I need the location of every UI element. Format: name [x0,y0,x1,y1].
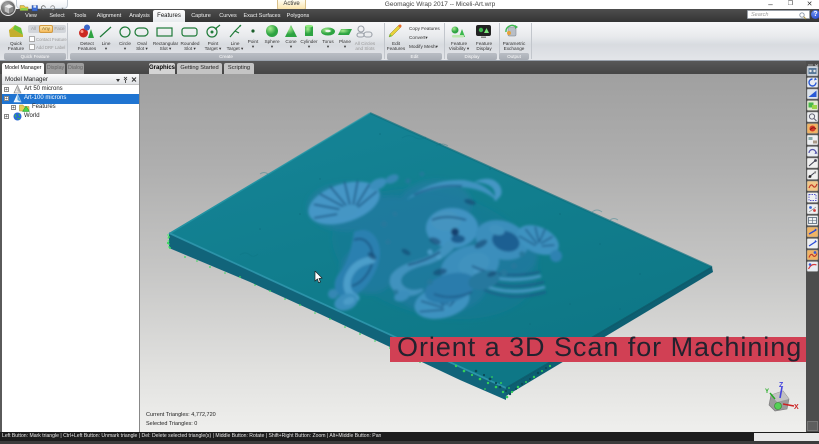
svg-text:X: X [794,404,799,411]
svg-text:Y: Y [765,389,769,395]
svg-text:Z: Z [779,382,784,389]
